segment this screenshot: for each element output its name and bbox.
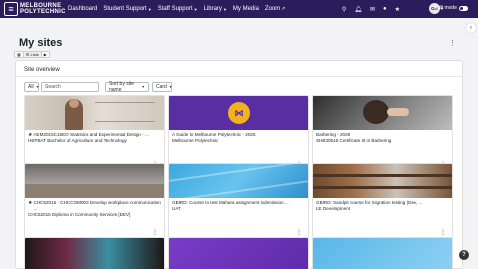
chevron-down-icon: ▼ xyxy=(222,6,227,12)
nav-staff-support[interactable]: Staff Support ▼ xyxy=(158,6,198,12)
brand-logo[interactable]: ≡ MELBOURNE POLYTECHNIC xyxy=(4,2,66,16)
more-options-icon[interactable]: ⋮ xyxy=(449,39,456,47)
chevron-down-icon: ▼ xyxy=(168,85,173,89)
course-card[interactable]: GBIRD: Sandpit course for migration test… xyxy=(312,163,453,243)
star-icon: ★ xyxy=(28,200,33,206)
course-image[interactable]: ⋈ xyxy=(169,96,308,130)
star-icon[interactable]: ★ xyxy=(395,6,400,13)
view-dropdown[interactable]: Card ▼ xyxy=(152,82,172,92)
more-options-icon[interactable]: ⋮ xyxy=(152,229,158,236)
notifications-icon[interactable]: 🔔︎ xyxy=(354,6,362,13)
search-icon[interactable]: ⚲ xyxy=(342,6,346,13)
list-icon: ☰ xyxy=(25,52,30,57)
course-title[interactable]: CHC52015 - CHCCOM003 Develop workplace c… xyxy=(33,200,161,212)
course-image[interactable] xyxy=(169,164,308,198)
chevron-down-icon: ▼ xyxy=(141,85,145,89)
block-toolbar: ▦ ☰ Lists ▶ xyxy=(14,51,50,58)
course-category: CHC52015 Diploma in Community Services [… xyxy=(28,212,131,217)
course-image[interactable] xyxy=(25,238,164,269)
course-category: Melbourne Polytechnic xyxy=(172,138,219,143)
lists-button[interactable]: ☰ Lists xyxy=(22,52,42,57)
polytechnic-logo-icon: ⋈ xyxy=(228,102,250,124)
course-category: SHB30516 Certificate III in Barbering xyxy=(316,138,392,143)
chevron-down-icon: ▼ xyxy=(147,6,152,12)
edit-mode-toggle[interactable]: Edit mode xyxy=(434,5,468,11)
grid-view-icon[interactable]: ▦ xyxy=(15,52,23,57)
course-image[interactable] xyxy=(313,238,452,269)
chevron-left-icon: ‹ xyxy=(470,25,472,31)
primary-nav: Dashboard Student Support ▼ Staff Support… xyxy=(68,0,291,18)
messages-icon[interactable]: ✉ xyxy=(370,6,375,13)
course-image[interactable] xyxy=(25,96,164,130)
course-card[interactable]: ★ CHC52015 - CHCCOM003 Develop workplace … xyxy=(24,163,165,243)
divider xyxy=(16,76,462,77)
top-navbar: ≡ MELBOURNE POLYTECHNIC Dashboard Studen… xyxy=(0,0,478,18)
brand-line2: POLYTECHNIC xyxy=(20,9,66,15)
chevron-down-icon: ▼ xyxy=(193,6,198,12)
nav-student-support[interactable]: Student Support ▼ xyxy=(103,6,151,12)
course-title[interactable]: GBIRD: Course to test Mahara assignment … xyxy=(172,200,289,206)
course-card[interactable]: GBIRD: Course to test Mahara assignment … xyxy=(168,163,309,243)
nav-zoom[interactable]: Zoom ↗ xyxy=(265,6,286,12)
chevron-down-icon: ▼ xyxy=(35,85,40,89)
course-category: LE Development xyxy=(316,206,350,211)
more-options-icon[interactable]: ⋮ xyxy=(296,229,302,236)
logo-mark-icon: ≡ xyxy=(4,2,18,16)
course-card[interactable] xyxy=(168,237,309,269)
course-image[interactable] xyxy=(313,96,452,130)
nav-dashboard[interactable]: Dashboard xyxy=(68,6,97,12)
panel-title: Site overview xyxy=(24,67,60,73)
drawer-toggle-button[interactable]: ‹ xyxy=(466,23,476,33)
help-icon[interactable]: ? xyxy=(459,250,469,260)
course-category: UAT xyxy=(172,206,181,211)
nav-my-media[interactable]: My Media xyxy=(233,6,259,12)
course-image[interactable] xyxy=(313,164,452,198)
filter-dropdown[interactable]: All ▼ xyxy=(24,82,39,92)
course-image[interactable] xyxy=(25,164,164,198)
toggle-switch-icon[interactable] xyxy=(459,5,468,11)
site-overview-panel: Site overview All ▼ Search Sort by site n… xyxy=(15,60,463,269)
sort-dropdown[interactable]: Sort by site name ▼ xyxy=(105,81,149,93)
external-link-icon: ↗ xyxy=(281,6,286,12)
play-icon[interactable]: ▶ xyxy=(42,52,49,57)
course-card[interactable] xyxy=(24,237,165,269)
search-input[interactable]: Search xyxy=(41,82,99,92)
bell-icon[interactable]: ● xyxy=(383,6,387,12)
course-image[interactable] xyxy=(169,238,308,269)
course-category: HEPBAT Bachelor of Agriculture and Techn… xyxy=(28,138,127,143)
nav-library[interactable]: Library ▼ xyxy=(204,6,227,12)
course-card[interactable] xyxy=(312,237,453,269)
more-options-icon[interactable]: ⋮ xyxy=(440,229,446,236)
page-title: My sites xyxy=(19,37,63,49)
edit-mode-label: Edit mode xyxy=(434,5,457,11)
